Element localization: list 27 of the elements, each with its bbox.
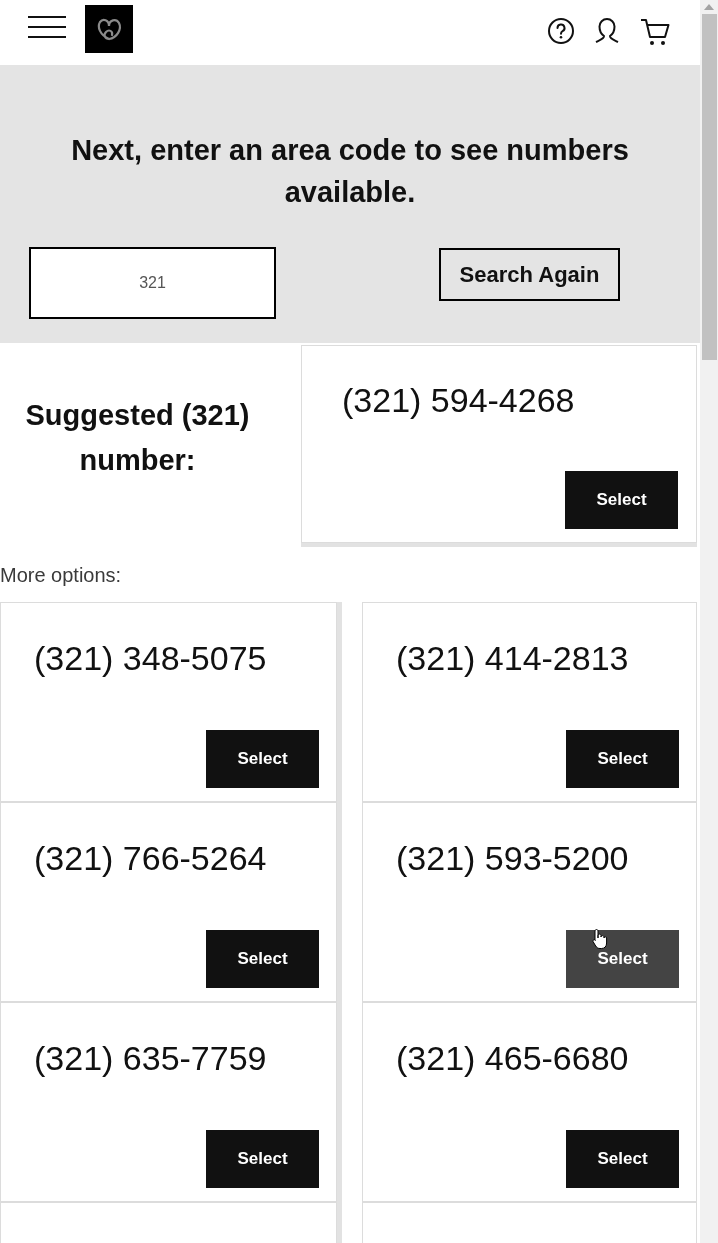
next-step-heading: Next, enter an area code to see numbers available.	[70, 133, 630, 210]
scrollbar-thumb[interactable]	[701, 14, 717, 360]
select-button[interactable]: Select	[206, 730, 319, 788]
select-button[interactable]: Select	[566, 930, 679, 988]
phone-number: (321) 593-5200	[395, 838, 630, 876]
more-options-label: More options:	[0, 563, 123, 588]
menu-icon[interactable]	[28, 16, 66, 38]
select-button[interactable]: Select	[566, 730, 679, 788]
swirl-logo-icon[interactable]	[85, 5, 133, 53]
phone-number: (321) 635-7759	[33, 1038, 268, 1076]
select-button[interactable]: Select	[565, 471, 678, 529]
phone-number: (321) 766-5264	[33, 838, 268, 876]
phone-number: (321) 465-6680	[395, 1038, 630, 1076]
select-button[interactable]: Select	[206, 930, 319, 988]
cart-icon[interactable]	[640, 18, 670, 46]
phone-number: (321) 348-5075	[33, 638, 268, 676]
select-button[interactable]: Select	[206, 1130, 319, 1188]
search-again-button[interactable]: Search Again	[439, 248, 620, 301]
phone-number: (321) 414-2813	[395, 638, 630, 676]
phone-number: (321) 594-4268	[341, 380, 576, 418]
select-button[interactable]: Select	[566, 1130, 679, 1188]
hand-cursor-icon	[592, 928, 608, 950]
user-icon[interactable]	[594, 17, 620, 43]
scrollbar[interactable]	[700, 0, 718, 1243]
area-code-input[interactable]: 321	[29, 247, 276, 319]
help-icon[interactable]	[548, 18, 574, 44]
suggested-number-label: Suggested (321) number:	[24, 397, 251, 478]
